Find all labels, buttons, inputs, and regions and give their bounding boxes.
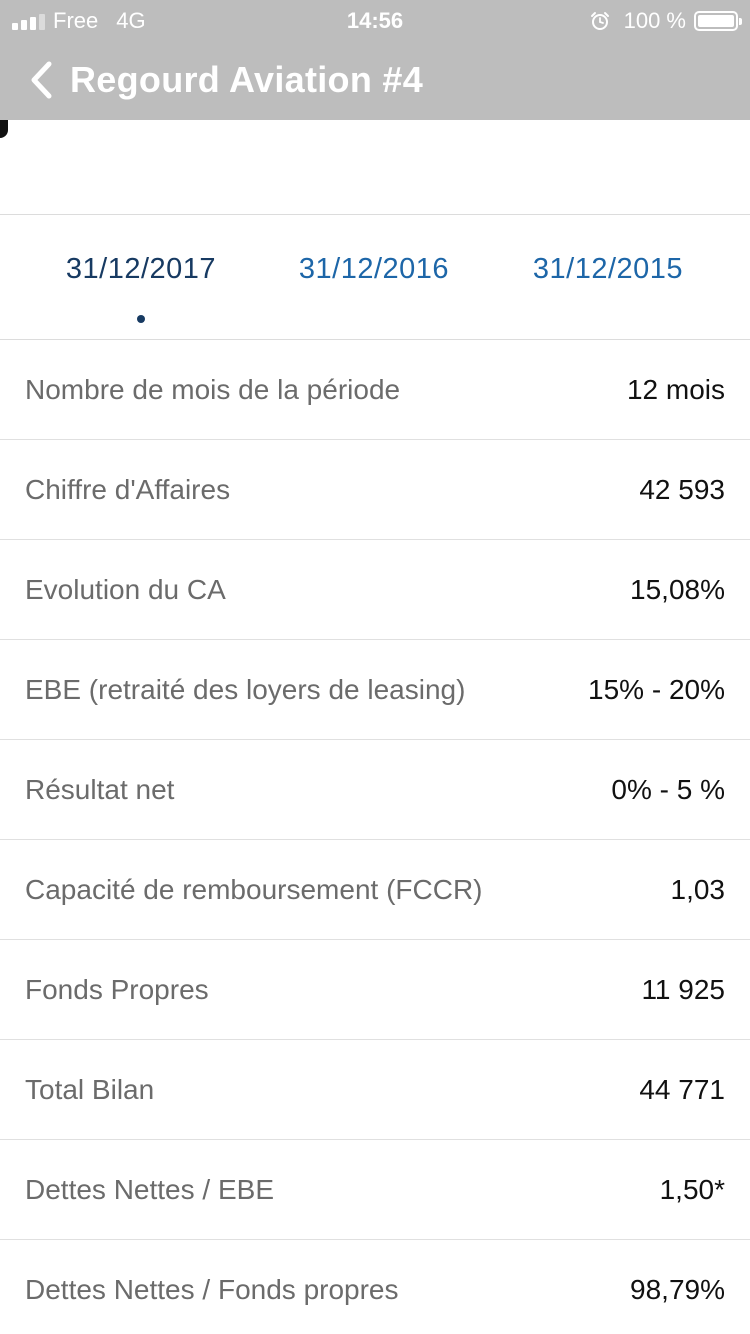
list-item: Dettes Nettes / Fonds propres 98,79% bbox=[0, 1240, 750, 1334]
row-value: 1,03 bbox=[670, 874, 726, 905]
row-value: 0% - 5 % bbox=[611, 774, 725, 805]
row-label: EBE (retraité des loyers de leasing) bbox=[25, 674, 466, 705]
row-value: 15% - 20% bbox=[588, 674, 725, 705]
tab-2016[interactable]: 31/12/2016 bbox=[254, 253, 494, 286]
list-item: Chiffre d'Affaires 42 593 bbox=[0, 440, 750, 540]
battery-percent: 100 % bbox=[623, 8, 686, 33]
top-bar: Free 4G 14:56 100 % Regourd Aviation #4 bbox=[0, 0, 750, 120]
list-item: Résultat net 0% - 5 % bbox=[0, 740, 750, 840]
list-item: Dettes Nettes / EBE 1,50* bbox=[0, 1140, 750, 1240]
row-label: Dettes Nettes / EBE bbox=[25, 1174, 274, 1205]
list-item: Evolution du CA 15,08% bbox=[0, 540, 750, 640]
list-item: EBE (retraité des loyers de leasing) 15%… bbox=[0, 640, 750, 740]
list-item: Total Bilan 44 771 bbox=[0, 1040, 750, 1140]
nav-bar: Regourd Aviation #4 bbox=[0, 40, 750, 120]
row-value: 15,08% bbox=[630, 574, 725, 605]
status-right: 100 % bbox=[590, 8, 742, 34]
screen: Chiffres clés Free 4G 14:56 100 % bbox=[0, 0, 750, 1334]
battery-icon bbox=[694, 11, 742, 31]
row-label: Chiffre d'Affaires bbox=[25, 474, 231, 505]
row-label: Total Bilan bbox=[25, 1074, 155, 1105]
row-label: Résultat net bbox=[25, 774, 175, 805]
list-item: Nombre de mois de la période 12 mois bbox=[0, 340, 750, 440]
row-label: Capacité de remboursement (FCCR) bbox=[25, 874, 483, 905]
date-tabs: 31/12/2017 31/12/2016 31/12/2015 bbox=[0, 214, 750, 340]
tab-2017[interactable]: 31/12/2017 bbox=[21, 253, 261, 286]
row-label: Nombre de mois de la période bbox=[25, 374, 401, 405]
list-item: Capacité de remboursement (FCCR) 1,03 bbox=[0, 840, 750, 940]
row-value: 12 mois bbox=[626, 374, 725, 405]
nav-title: Regourd Aviation #4 bbox=[70, 59, 424, 100]
row-value: 44 771 bbox=[639, 1074, 725, 1105]
alarm-icon bbox=[590, 12, 609, 30]
status-bar: Free 4G 14:56 100 % bbox=[0, 0, 750, 40]
row-label: Dettes Nettes / Fonds propres bbox=[25, 1274, 399, 1305]
chevron-left-icon bbox=[31, 61, 52, 99]
active-tab-indicator bbox=[137, 315, 145, 323]
tab-2015[interactable]: 31/12/2015 bbox=[488, 253, 728, 286]
back-button[interactable]: Regourd Aviation #4 bbox=[0, 59, 423, 101]
row-value: 11 925 bbox=[641, 974, 725, 1005]
row-value: 1,50* bbox=[659, 1174, 725, 1205]
row-label: Fonds Propres bbox=[25, 974, 209, 1005]
row-label: Evolution du CA bbox=[25, 574, 226, 605]
key-figures-list: Nombre de mois de la période 12 mois Chi… bbox=[0, 340, 750, 1334]
list-item: Fonds Propres 11 925 bbox=[0, 940, 750, 1040]
row-value: 98,79% bbox=[630, 1274, 725, 1305]
row-value: 42 593 bbox=[639, 474, 725, 505]
